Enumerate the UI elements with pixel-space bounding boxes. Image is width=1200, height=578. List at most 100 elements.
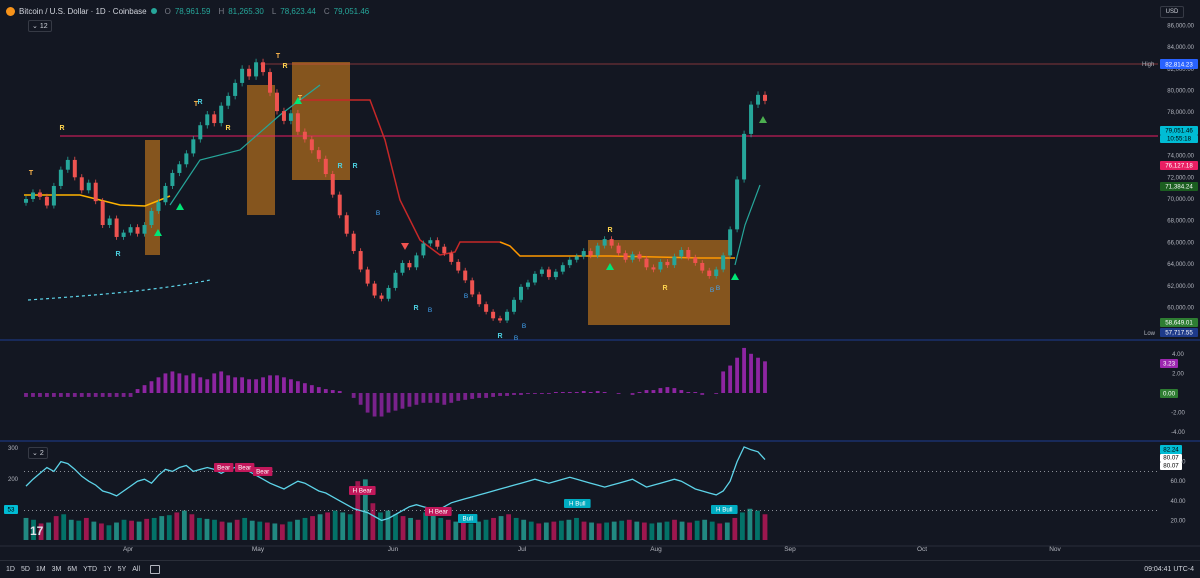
candle-body	[358, 251, 363, 270]
oscillator-bar	[742, 347, 746, 393]
oscillator-bar	[149, 381, 154, 393]
signal-r-label: R	[413, 305, 418, 312]
oscillator-bar	[184, 375, 189, 393]
volume-bar	[83, 517, 89, 540]
chart-canvas[interactable]: 86,000.0084,000.0082,000.0080,000.0078,0…	[0, 0, 1200, 560]
calendar-icon[interactable]	[150, 565, 161, 574]
y-tick-label: 68,000.00	[1167, 219, 1194, 225]
oscillator-bar	[505, 393, 509, 396]
rsi-value-label: 80.07	[1163, 463, 1179, 470]
candle-body	[616, 245, 621, 254]
volume-bar	[604, 522, 610, 540]
volume-bar	[453, 521, 459, 540]
candle-body	[184, 153, 189, 165]
oscillator-bar	[581, 391, 586, 393]
oscillator-bar	[212, 373, 217, 393]
signal-t-label: T	[29, 170, 34, 177]
tradingview-logo-icon: 17	[30, 524, 44, 538]
oscillator-bar	[31, 393, 35, 397]
volume-bar	[287, 521, 293, 540]
buy-triangle	[731, 273, 739, 280]
oscillator-bar	[442, 393, 447, 405]
volume-bar	[724, 522, 730, 540]
volume-bar	[762, 514, 768, 540]
oscillator-bar	[93, 393, 98, 397]
volume-bar	[61, 514, 67, 540]
timeframe-3m[interactable]: 3M	[52, 566, 62, 573]
oscillator-bar	[309, 385, 314, 393]
volume-bar	[498, 516, 504, 540]
volume-bar	[611, 521, 617, 540]
volume-bar	[340, 512, 346, 540]
high-price-label: 82,814.23	[1165, 62, 1193, 69]
divergence-tag: Bear	[217, 465, 230, 472]
timeframe-1y[interactable]: 1Y	[103, 566, 112, 573]
oscillator-bar	[574, 392, 579, 393]
candle-body	[463, 270, 468, 281]
volume-bar	[332, 510, 338, 540]
timeframe-5d[interactable]: 5D	[21, 566, 30, 573]
candle-body	[407, 262, 412, 268]
timeframe-5y[interactable]: 5Y	[118, 566, 127, 573]
volume-bar	[347, 514, 353, 540]
timeframe-1m[interactable]: 1M	[36, 566, 46, 573]
volume-bar	[295, 519, 300, 540]
candle-body	[595, 245, 600, 256]
volume-bar	[325, 512, 331, 540]
oscillator-bar	[456, 393, 461, 401]
candle-body	[567, 259, 572, 266]
bitcoin-icon	[6, 6, 15, 16]
last-price-label: 79,051.46	[1165, 128, 1193, 135]
timeframe-ytd[interactable]: YTD	[83, 566, 97, 573]
candle-body	[379, 295, 384, 299]
divergence-tag: H Bear	[353, 488, 372, 495]
oscillator-bar	[163, 373, 168, 393]
candle-body	[714, 269, 719, 276]
rsi-line	[25, 446, 766, 522]
oscillator-bar	[470, 393, 475, 399]
divergence-tag: H Bull	[716, 507, 733, 514]
volume-bar	[506, 514, 512, 540]
symbol-title[interactable]: Bitcoin / U.S. Dollar · 1D · Coinbase	[19, 7, 147, 16]
volume-bar	[249, 520, 255, 540]
currency-selector[interactable]: USD	[1160, 6, 1184, 18]
indicators-toggle[interactable]: ⌄ 12	[28, 20, 52, 32]
candle-body	[456, 261, 461, 271]
oscillator-bar	[72, 393, 77, 397]
oscillator-bar	[79, 393, 84, 397]
x-tick-label: Apr	[123, 546, 134, 553]
indicator-pane-toggle[interactable]: ⌄ 2	[28, 447, 48, 459]
oscillator-bar	[219, 371, 224, 393]
oscillator-bar	[177, 373, 182, 393]
volume-bar	[483, 519, 489, 540]
signal-b-label: B	[710, 287, 714, 294]
oscillator-bar	[323, 389, 328, 393]
candle-body	[309, 139, 314, 151]
volume-bar	[739, 512, 745, 540]
candle-body	[58, 169, 63, 186]
timeframe-1d[interactable]: 1D	[6, 566, 15, 573]
candle-body	[163, 185, 168, 203]
volume-bar	[181, 510, 187, 540]
oscillator-bar	[330, 390, 335, 393]
candle-body	[135, 227, 140, 234]
candle-body	[735, 179, 740, 230]
candle-body	[435, 240, 440, 247]
oscillator-bar	[247, 379, 251, 393]
candle-body	[100, 201, 105, 226]
candle-body	[539, 269, 544, 274]
candle-body	[749, 104, 754, 134]
timeframe-6m[interactable]: 6M	[67, 566, 77, 573]
candle-body	[44, 196, 49, 206]
oscillator-bar	[463, 393, 468, 400]
candle-body	[637, 254, 642, 259]
low-price-label: 57,717.55	[1165, 330, 1193, 337]
candle-body	[295, 113, 300, 132]
clock: 09:04:41 UTC-4	[1144, 566, 1194, 573]
candle-body	[156, 202, 161, 211]
x-tick-label: May	[252, 546, 265, 553]
buy-triangle	[759, 116, 767, 123]
volume-bar	[264, 522, 270, 540]
timeframe-all[interactable]: All	[132, 566, 140, 573]
high-label: High	[1142, 62, 1154, 68]
